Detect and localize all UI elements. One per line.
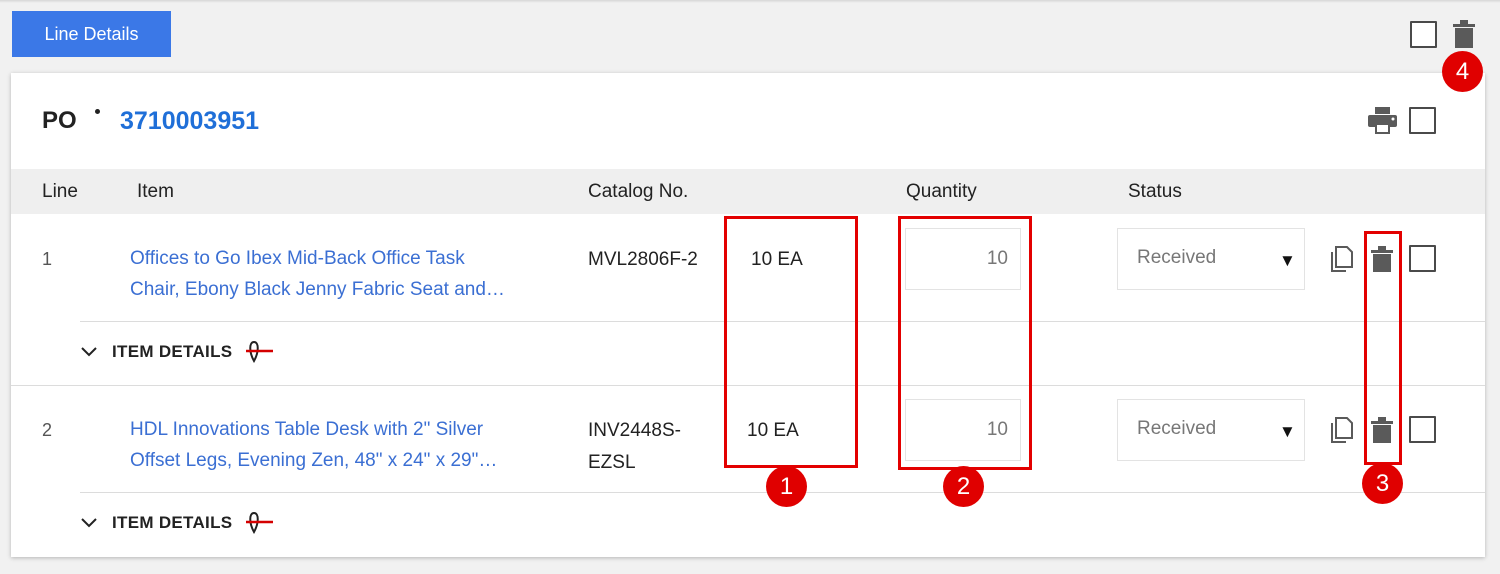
- chevron-down-icon: [81, 347, 97, 357]
- item-details-label: ITEM DETAILS: [112, 342, 233, 361]
- po-select-checkbox[interactable]: [1409, 107, 1436, 134]
- annotation-badge: 1: [766, 466, 807, 507]
- annotation-badge: 3: [1362, 463, 1403, 504]
- copy-icon[interactable]: [1330, 246, 1353, 272]
- item-details-label: ITEM DETAILS: [112, 513, 233, 532]
- status-select[interactable]: Received ▼: [1117, 228, 1305, 290]
- annotation-badge: 4: [1442, 51, 1483, 92]
- column-header-quantity: Quantity: [906, 181, 977, 202]
- item-details-toggle[interactable]: ITEM DETAILS: [80, 510, 274, 536]
- row-select-checkbox[interactable]: [1409, 245, 1436, 272]
- po-label: PO: [42, 107, 77, 134]
- line-details-tab[interactable]: Line Details: [12, 11, 171, 57]
- location-icon: [246, 340, 274, 364]
- select-all-checkbox[interactable]: [1410, 21, 1437, 48]
- line-number: 1: [42, 249, 53, 269]
- dropdown-arrow-icon: ▼: [1279, 422, 1296, 441]
- catalog-number: MVL2806F-2: [588, 249, 698, 270]
- catalog-number: INV2448S-: [588, 420, 681, 441]
- trash-icon[interactable]: [1453, 20, 1475, 48]
- item-name-line: Offset Legs, Evening Zen, 48" x 24" x 29…: [130, 450, 498, 471]
- column-header-status: Status: [1128, 181, 1182, 202]
- print-icon[interactable]: [1368, 107, 1397, 134]
- status-select[interactable]: Received ▼: [1117, 399, 1305, 461]
- column-header-item: Item: [137, 181, 174, 202]
- status-value: Received: [1137, 418, 1217, 439]
- table-header: Line Item Catalog No. Quantity Status: [11, 169, 1485, 214]
- copy-icon[interactable]: [1330, 417, 1353, 443]
- column-header-line: Line: [42, 181, 78, 202]
- item-name-link[interactable]: HDL Innovations Table Desk with 2" Silve…: [130, 414, 497, 476]
- annotation-box-delete: [1364, 231, 1402, 465]
- item-name-line: Chair, Ebony Black Jenny Fabric Seat and…: [130, 279, 505, 300]
- line-number: 2: [42, 420, 53, 440]
- status-value: Received: [1137, 247, 1217, 268]
- chevron-down-icon: [81, 518, 97, 528]
- row-select-checkbox[interactable]: [1409, 416, 1436, 443]
- location-icon: [246, 511, 274, 535]
- column-header-catalog: Catalog No.: [588, 181, 689, 202]
- annotation-box-ordered: [724, 216, 858, 468]
- item-name-line: HDL Innovations Table Desk with 2" Silve…: [130, 419, 484, 440]
- annotation-box-quantity: [898, 216, 1032, 470]
- po-number-link[interactable]: 3710003951: [120, 107, 259, 136]
- item-name-line: Offices to Go Ibex Mid-Back Office Task: [130, 248, 465, 269]
- dropdown-arrow-icon: ▼: [1279, 251, 1296, 270]
- item-details-toggle[interactable]: ITEM DETAILS: [80, 339, 274, 365]
- item-name-link[interactable]: Offices to Go Ibex Mid-Back Office Task …: [130, 243, 505, 305]
- catalog-number-cont: EZSL: [588, 452, 636, 473]
- separator-dot: [95, 109, 100, 114]
- annotation-badge: 2: [943, 466, 984, 507]
- top-shadow: [0, 0, 1500, 3]
